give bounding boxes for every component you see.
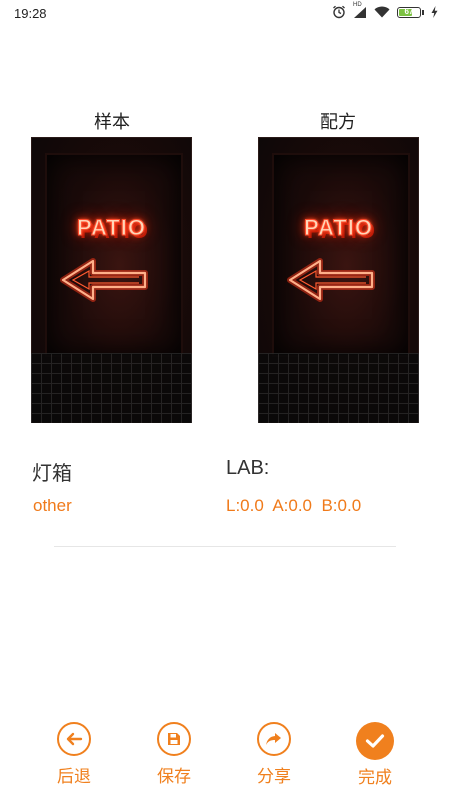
done-button[interactable]: 完成 xyxy=(345,722,405,788)
arrow-left-icon xyxy=(287,258,375,302)
sample-image[interactable]: PATIO xyxy=(31,137,192,423)
battery-level: 67 xyxy=(404,6,414,16)
sample-label: 样本 xyxy=(94,112,130,133)
formula-label: 配方 xyxy=(320,112,356,133)
save-icon xyxy=(157,722,191,756)
back-button-label: 后退 xyxy=(57,767,91,787)
sign-text: PATIO xyxy=(304,215,373,241)
category-value: other xyxy=(33,496,72,515)
share-icon xyxy=(257,722,291,756)
status-bar: 19:28 HD 67 xyxy=(0,0,450,28)
share-button[interactable]: 分享 xyxy=(244,722,304,787)
cellular-signal-icon: HD xyxy=(353,2,367,19)
save-button[interactable]: 保存 xyxy=(144,722,204,787)
divider xyxy=(54,546,396,547)
back-arrow-icon xyxy=(57,722,91,756)
done-button-label: 完成 xyxy=(358,768,392,788)
share-button-label: 分享 xyxy=(257,767,291,787)
save-button-label: 保存 xyxy=(157,767,191,787)
formula-image[interactable]: PATIO xyxy=(258,137,419,423)
wifi-icon xyxy=(374,6,390,18)
alarm-icon xyxy=(332,5,346,19)
battery-icon: 67 xyxy=(397,6,424,18)
sign-text: PATIO xyxy=(77,215,146,241)
lab-value: L:0.0 A:0.0 B:0.0 xyxy=(226,496,362,515)
lab-label: LAB: xyxy=(226,457,270,479)
status-time: 19:28 xyxy=(14,6,47,21)
check-icon xyxy=(356,722,394,760)
arrow-left-icon xyxy=(60,258,148,302)
back-button[interactable]: 后退 xyxy=(44,722,104,787)
network-label: HD xyxy=(353,1,362,8)
charging-icon xyxy=(431,6,438,18)
category-label: 灯箱 xyxy=(32,461,72,485)
status-icons: HD 67 xyxy=(332,2,438,19)
bottom-action-bar: 后退 保存 分享 完成 xyxy=(0,716,450,800)
